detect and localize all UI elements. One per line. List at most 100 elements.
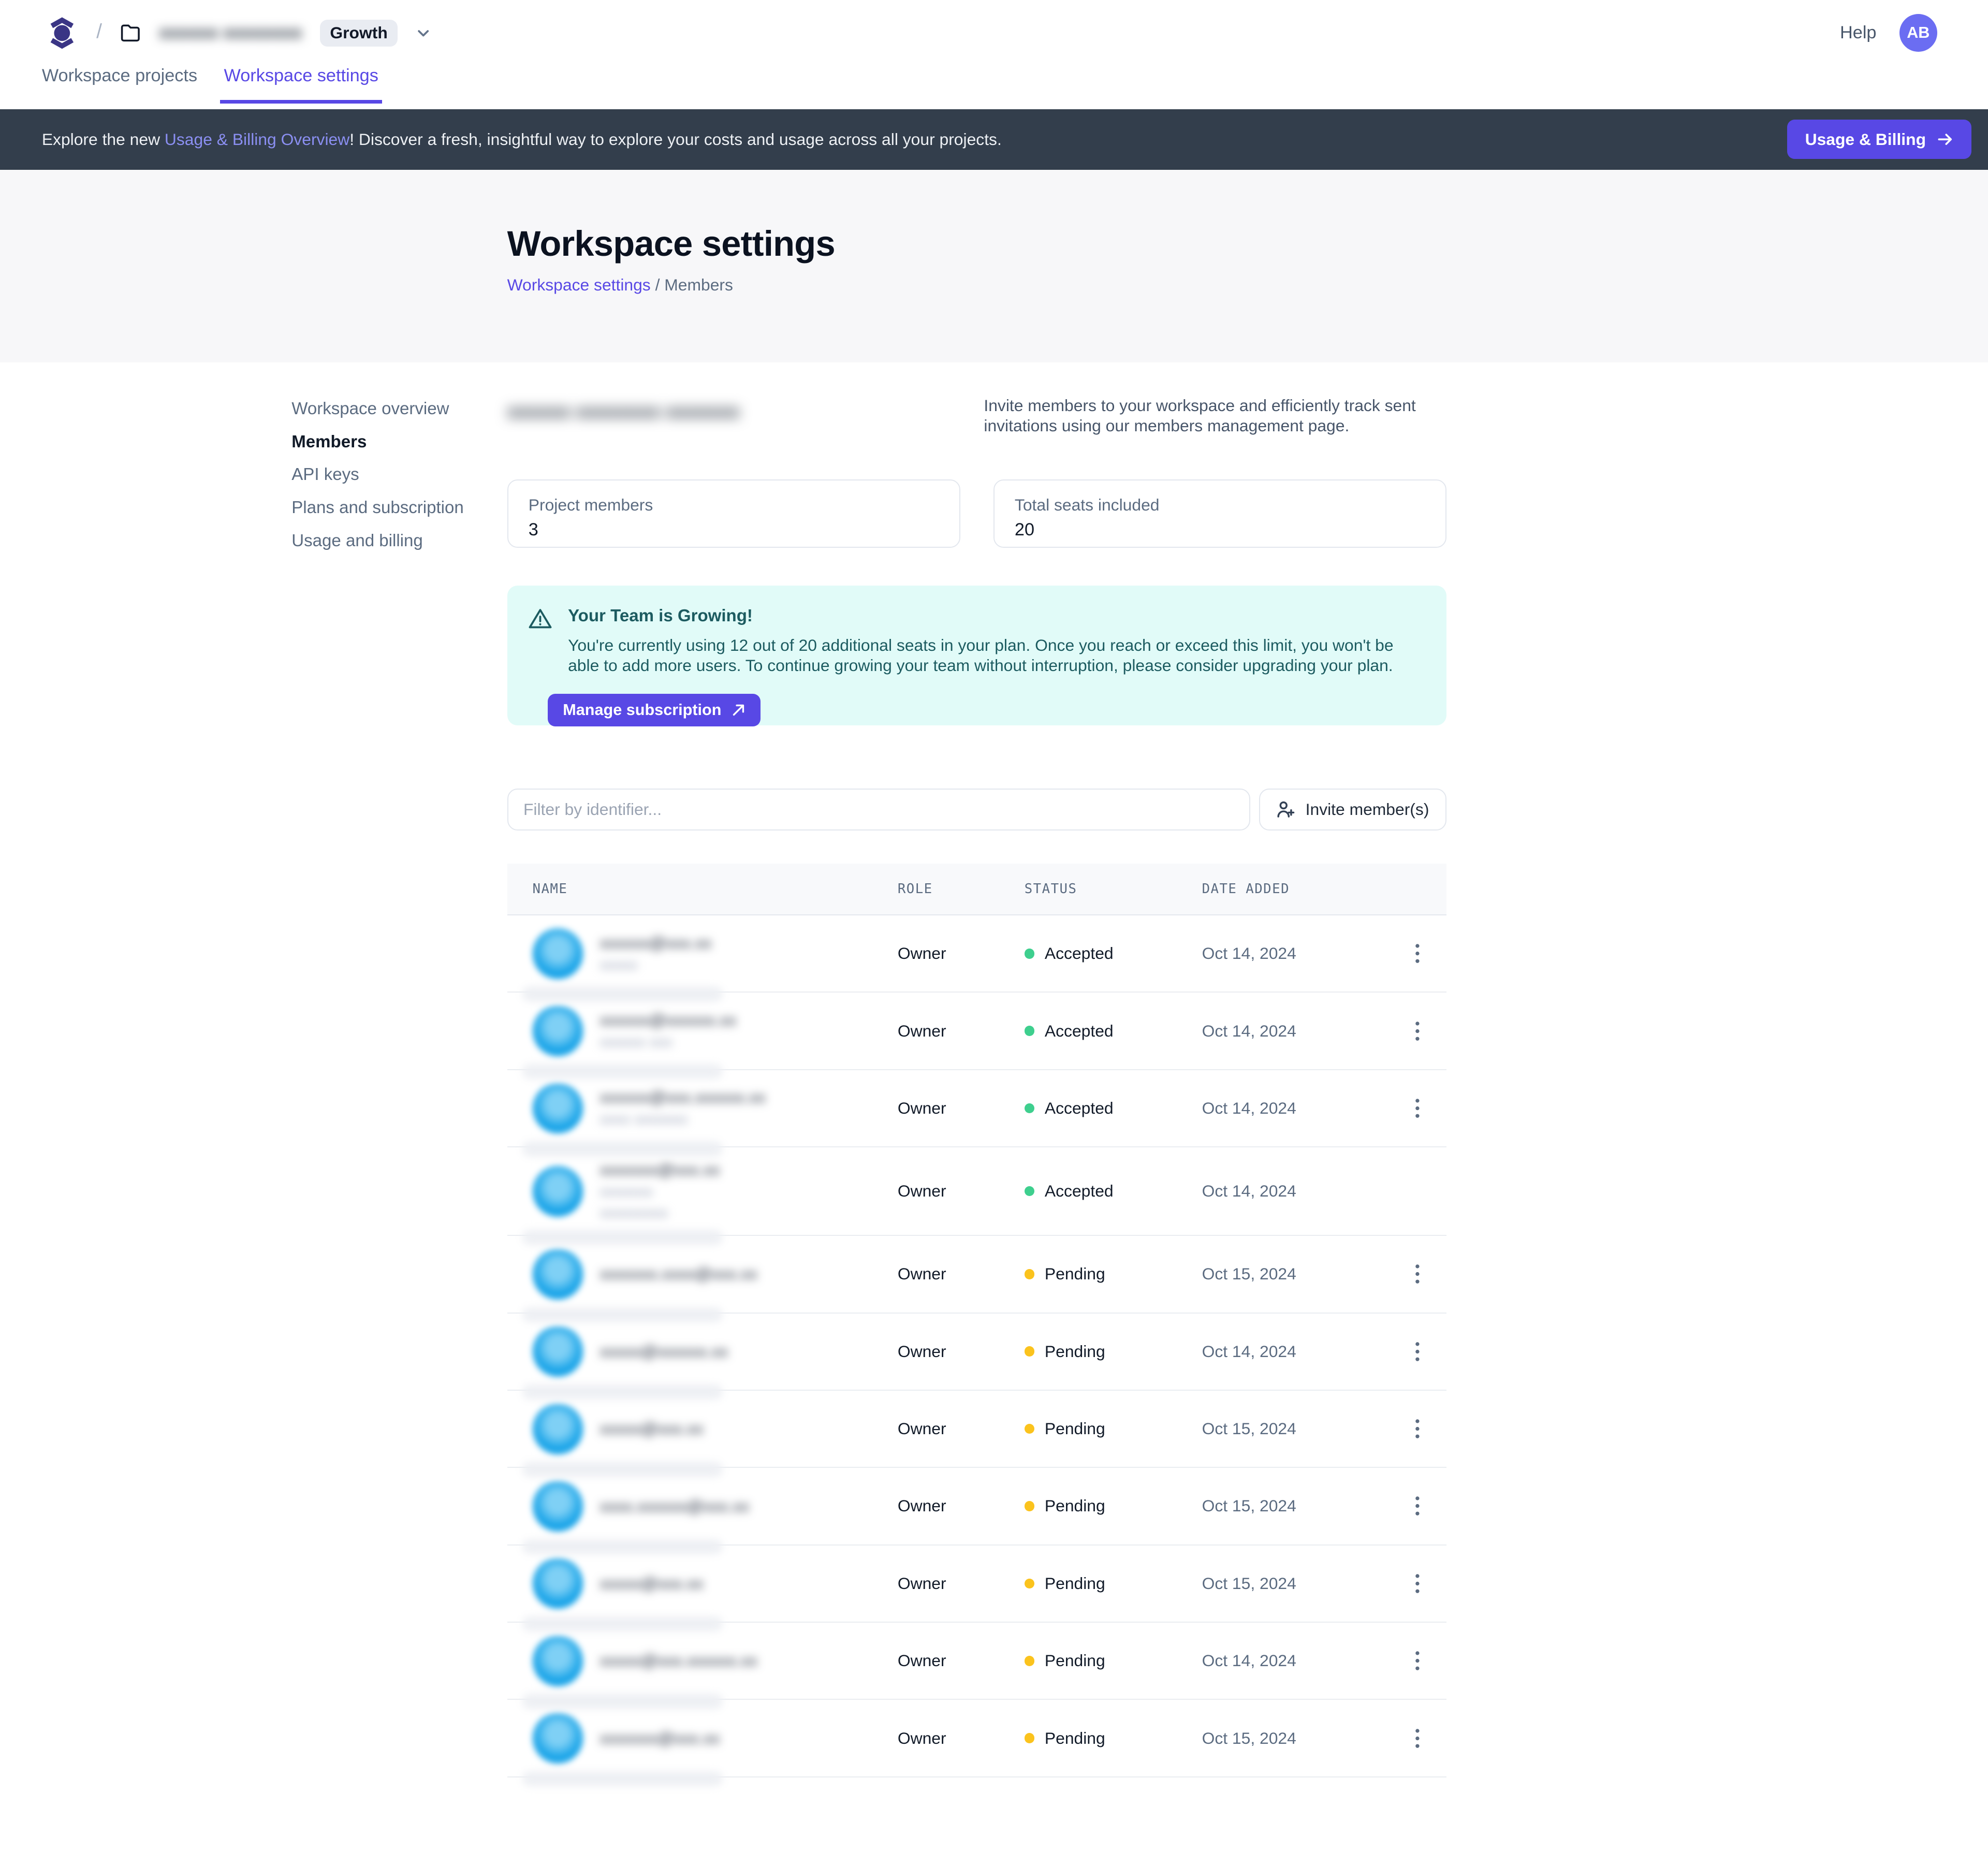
stat-card: Project members3 <box>507 479 961 548</box>
person-plus-icon <box>1276 800 1295 819</box>
breadcrumb-separator: / <box>96 20 102 43</box>
member-avatar <box>533 1083 583 1134</box>
member-status: Accepted <box>1025 1182 1202 1201</box>
usage-billing-button-label: Usage & Billing <box>1805 130 1926 149</box>
tab-workspace-projects[interactable]: Workspace projects <box>42 66 197 104</box>
member-subname-blurred: xxxxxxxxx <box>600 1204 720 1222</box>
content-area: Workspace overview Members API keys Plans a… <box>0 362 1988 1777</box>
member-role: Owner <box>898 1099 1025 1118</box>
breadcrumb-current: Members <box>664 275 733 294</box>
status-dot <box>1025 1186 1035 1197</box>
kebab-menu-icon[interactable] <box>1405 1567 1430 1600</box>
member-role: Owner <box>898 1022 1025 1041</box>
filter-input[interactable] <box>507 789 1250 830</box>
status-label: Accepted <box>1045 944 1114 963</box>
member-email-blurred: xxxxxx@xxx.xxxxxx.xx <box>600 1088 766 1107</box>
status-dot <box>1025 1026 1035 1036</box>
member-status: Accepted <box>1025 1099 1202 1118</box>
member-avatar <box>533 1249 583 1300</box>
breadcrumb-settings-link[interactable]: Workspace settings <box>507 275 651 294</box>
alert-header: Your Team is Growing! <box>528 606 1409 632</box>
usage-billing-button[interactable]: Usage & Billing <box>1787 120 1971 159</box>
kebab-menu-icon[interactable] <box>1405 1258 1430 1291</box>
member-status: Pending <box>1025 1651 1202 1670</box>
blur-artifact <box>522 1771 723 1786</box>
member-status: Pending <box>1025 1264 1202 1284</box>
status-label: Pending <box>1045 1651 1105 1670</box>
sidebar-item-usage-and-billing[interactable]: Usage and billing <box>291 533 507 549</box>
member-actions-cell <box>1405 1490 1448 1523</box>
tab-workspace-settings[interactable]: Workspace settings <box>220 66 382 104</box>
column-header-date-added: DATE ADDED <box>1202 881 1405 897</box>
member-date-added: Oct 14, 2024 <box>1202 1342 1405 1361</box>
manage-subscription-button[interactable]: Manage subscription <box>548 694 761 727</box>
member-actions-cell <box>1405 1335 1448 1368</box>
warning-icon <box>528 606 553 632</box>
member-actions-cell <box>1405 1722 1448 1755</box>
member-actions-cell <box>1405 1092 1448 1125</box>
member-email-blurred: xxxxx@xxx.xxxxxx.xx <box>600 1651 757 1670</box>
kebab-menu-icon[interactable] <box>1405 1014 1430 1047</box>
status-dot <box>1025 949 1035 959</box>
page-breadcrumb: Workspace settings / Members <box>507 275 1988 295</box>
help-link[interactable]: Help <box>1840 23 1876 43</box>
member-actions-cell <box>1405 1258 1448 1291</box>
member-date-added: Oct 15, 2024 <box>1202 1419 1405 1438</box>
kebab-menu-icon[interactable] <box>1405 937 1430 970</box>
workspace-name-blurred[interactable]: xxxxxx xxxxxxxx <box>159 23 302 43</box>
workspace-settings-page: / xxxxxx xxxxxxxx Growth Help AB Workspa… <box>0 0 1988 1866</box>
sidebar-item-members[interactable]: Members <box>291 434 507 450</box>
kebab-menu-icon[interactable] <box>1405 1644 1430 1678</box>
member-status: Accepted <box>1025 944 1202 963</box>
page-title: Workspace settings <box>507 223 1988 264</box>
sidebar-item-plans-and-subscription[interactable]: Plans and subscription <box>291 500 507 516</box>
sidebar-item-api-keys[interactable]: API keys <box>291 466 507 483</box>
status-dot <box>1025 1269 1035 1279</box>
user-avatar[interactable]: AB <box>1899 14 1937 52</box>
kebab-menu-icon[interactable] <box>1405 1092 1430 1125</box>
member-email-blurred: xxxxx@xxxxxx.xx <box>600 1342 728 1361</box>
status-dot <box>1025 1733 1035 1743</box>
status-dot <box>1025 1656 1035 1666</box>
breadcrumb-sep: / <box>655 275 665 294</box>
member-avatar <box>533 1713 583 1763</box>
member-email-blurred: xxxxxxx@xxx.xx <box>600 1729 720 1748</box>
members-intro: xxxxxx xxxxxxxx xxxxxxx Invite members t… <box>507 396 1447 451</box>
member-name-cell: xxxxx@xxx.xx <box>507 1546 898 1622</box>
table-row: xxxxxxx@xxx.xxOwnerPendingOct 15, 2024 <box>507 1700 1447 1777</box>
member-date-added: Oct 15, 2024 <box>1202 1729 1405 1748</box>
member-email-blurred: xxxxx@xxx.xx <box>600 1419 703 1438</box>
member-role: Owner <box>898 1496 1025 1515</box>
members-toolbar: Invite member(s) <box>507 789 1447 830</box>
table-row: xxxxxx@xxxxxx.xxxxxxxx xxxOwnerAcceptedO… <box>507 993 1447 1070</box>
banner-link[interactable]: Usage & Billing Overview <box>165 130 349 149</box>
member-subname-blurred: xxxx xxxxxxx <box>600 1111 766 1128</box>
sidebar-item-workspace-overview[interactable]: Workspace overview <box>291 401 507 417</box>
member-role: Owner <box>898 1342 1025 1361</box>
table-row: xxxxx@xxx.xxOwnerPendingOct 15, 2024 <box>507 1546 1447 1623</box>
table-row: xxxxxxx.xxxx@xxx.xxOwnerPendingOct 15, 2… <box>507 1236 1447 1313</box>
member-date-added: Oct 14, 2024 <box>1202 1651 1405 1670</box>
column-header-status: STATUS <box>1025 881 1202 897</box>
member-name-cell: xxxxxxx@xxx.xx <box>507 1700 898 1776</box>
stat-card: Total seats included20 <box>993 479 1447 548</box>
kebab-menu-icon[interactable] <box>1405 1490 1430 1523</box>
members-description: Invite members to your workspace and eff… <box>984 396 1446 436</box>
alert-title: Your Team is Growing! <box>568 606 753 626</box>
status-label: Accepted <box>1045 1022 1114 1041</box>
kebab-menu-icon[interactable] <box>1405 1335 1430 1368</box>
column-header-name: NAME <box>507 881 898 897</box>
brand-logo-icon[interactable] <box>46 17 79 50</box>
member-actions-cell <box>1405 1014 1448 1047</box>
member-subname-blurred: xxxxxx xxx <box>600 1033 736 1051</box>
kebab-menu-icon[interactable] <box>1405 1722 1430 1755</box>
stats-row: Project members3 Total seats included20 <box>507 479 1447 548</box>
chevron-down-icon[interactable] <box>416 25 431 40</box>
member-name-cell: xxxxxx@xxx.xxxxxx.xx xxxx xxxxxxx <box>507 1070 898 1146</box>
table-row: xxxxx@xxx.xxxxxx.xxOwnerPendingOct 14, 2… <box>507 1623 1447 1700</box>
member-role: Owner <box>898 1729 1025 1748</box>
invite-members-button[interactable]: Invite member(s) <box>1259 789 1447 830</box>
member-name-cell: xxxxx@xxxxxx.xx <box>507 1314 898 1390</box>
kebab-menu-icon[interactable] <box>1405 1412 1430 1446</box>
alert-body: You're currently using 12 out of 20 addi… <box>568 635 1409 676</box>
